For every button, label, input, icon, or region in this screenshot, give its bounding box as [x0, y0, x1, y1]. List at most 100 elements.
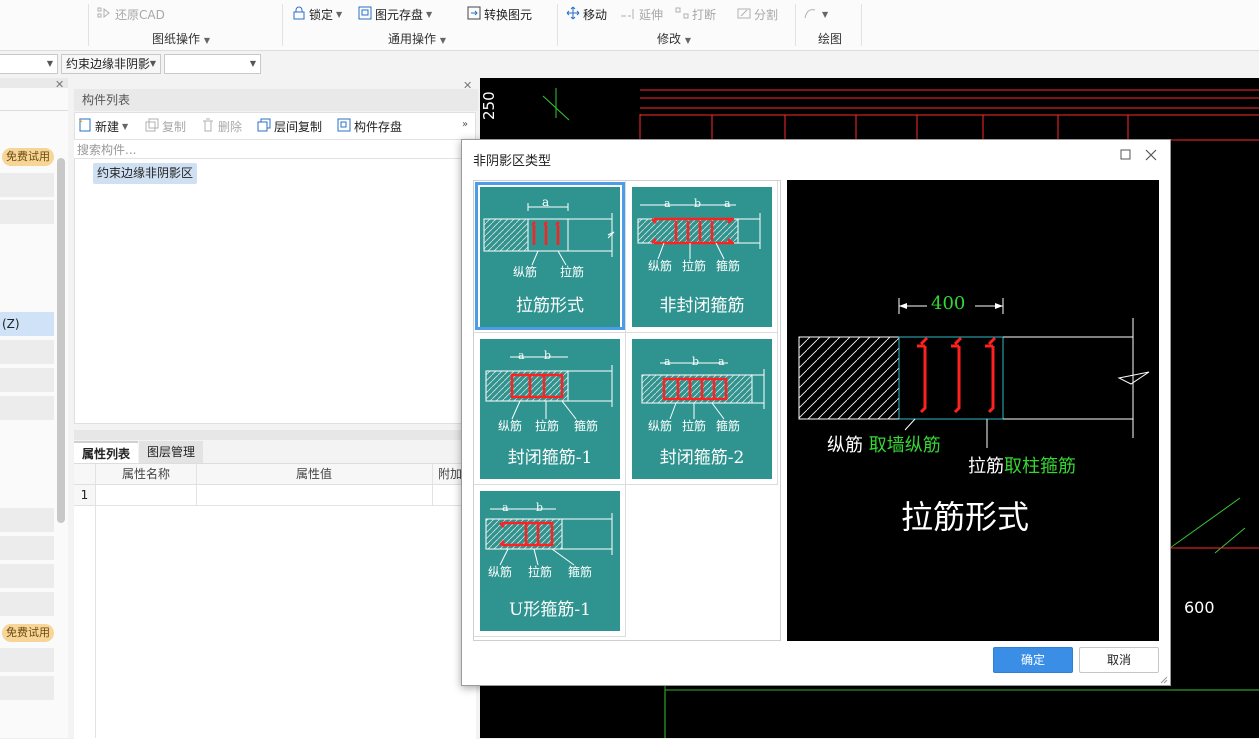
rebar-label: 箍筋	[716, 259, 741, 273]
list-item[interactable]	[0, 340, 54, 364]
group-drawing-ops-label: 图纸操作	[152, 32, 201, 46]
component-type-value: 约束边缘非阴影	[66, 57, 151, 71]
list-item[interactable]	[0, 648, 54, 672]
rebar-label: 纵筋	[648, 259, 673, 273]
split-button[interactable]: 分割	[737, 6, 778, 22]
break-button[interactable]: 打断	[675, 6, 716, 22]
dim-label: a	[718, 355, 725, 368]
move-button[interactable]: 移动	[566, 6, 607, 22]
column-divider	[196, 464, 197, 506]
delete-button[interactable]: 删除	[201, 118, 242, 134]
maximize-icon[interactable]	[1119, 148, 1133, 162]
list-item[interactable]	[0, 676, 54, 700]
type-name: 封闭箍筋-1	[507, 448, 593, 468]
convert-element-button[interactable]: 转换图元	[467, 6, 532, 22]
close-icon[interactable]	[1144, 148, 1158, 162]
split-label: 分割	[754, 7, 779, 22]
component-item[interactable]: 约束边缘非阴影区	[93, 163, 198, 184]
draw-arc-button[interactable]: ▼	[803, 6, 828, 22]
type-name: 封闭箍筋-2	[659, 448, 745, 468]
restore-cad-button[interactable]: 还原CAD	[96, 6, 165, 22]
group-draw[interactable]: 绘图	[818, 30, 842, 47]
convert-element-icon	[467, 6, 481, 23]
type-tile-open-stirrup[interactable]: a b a 纵筋 拉筋 箍筋 非封闭箍筋	[632, 187, 772, 327]
element-save-button[interactable]: 图元存盘 ▼	[358, 6, 432, 22]
column-divider	[432, 464, 433, 506]
type-tile-tie-bar[interactable]: a 纵筋 拉筋 拉筋形式	[480, 187, 620, 327]
group-modify-label: 修改	[657, 32, 682, 46]
rebar-label: 拉筋	[560, 265, 585, 279]
type-name: 非封闭箍筋	[659, 296, 745, 316]
floor-copy-button[interactable]: 层间复制	[257, 118, 322, 134]
type-tile-u-stirrup-1[interactable]: a b 纵筋 拉筋 箍筋 U形箍筋-1	[480, 491, 620, 631]
list-item[interactable]	[0, 592, 54, 616]
cancel-button[interactable]: 取消	[1079, 647, 1159, 673]
component-save-button[interactable]: 构件存盘	[337, 118, 402, 134]
list-item[interactable]	[0, 508, 54, 532]
rebar-label: 拉筋	[682, 419, 707, 433]
lock-label: 锁定	[309, 7, 334, 22]
convert-element-label: 转换图元	[484, 7, 533, 22]
list-item[interactable]	[0, 396, 54, 420]
tab-layer-management[interactable]: 图层管理	[139, 441, 203, 463]
overflow-icon[interactable]: »	[462, 119, 468, 130]
close-icon[interactable]: ✕	[55, 78, 64, 91]
resize-grip-icon[interactable]	[1158, 673, 1168, 684]
delete-label: 删除	[218, 119, 243, 134]
group-drawing-ops[interactable]: 图纸操作 ▼	[152, 30, 210, 47]
new-label: 新建	[95, 119, 120, 134]
dialog-title: 非阴影区类型	[473, 154, 552, 169]
break-label: 打断	[692, 7, 717, 22]
list-item-selected[interactable]: (Z)	[0, 312, 54, 336]
row-divider	[74, 505, 476, 506]
ribbon-divider	[861, 4, 862, 46]
scrollbar[interactable]	[57, 158, 65, 523]
ribbon-divider	[557, 4, 558, 46]
component-name-combo[interactable]: ▼	[164, 54, 261, 74]
component-type-combo[interactable]: 约束边缘非阴影 ▼	[61, 54, 161, 74]
ok-button[interactable]: 确定	[993, 647, 1073, 673]
new-button[interactable]: 新建 ▼	[78, 118, 128, 134]
rebar-label: 纵筋	[488, 565, 513, 579]
new-icon	[78, 118, 92, 135]
element-save-label: 图元存盘	[375, 7, 424, 22]
preview-diagram	[798, 298, 1150, 448]
type-tile-closed-stirrup-1[interactable]: a b 纵筋 拉筋 箍筋 封闭箍筋-1	[480, 339, 620, 479]
extend-button[interactable]: 延伸	[620, 6, 663, 22]
floor-combo[interactable]: ▼	[0, 54, 58, 74]
panel-splitter[interactable]	[74, 430, 476, 440]
preview-label-source: 取柱箍筋	[1004, 456, 1076, 477]
group-modify[interactable]: 修改 ▼	[657, 30, 691, 47]
column-header-value: 属性值	[295, 467, 332, 481]
lock-button[interactable]: 锁定 ▼	[292, 6, 342, 22]
dim-label: a	[724, 197, 731, 210]
list-item[interactable]	[0, 536, 54, 560]
tab-property-list[interactable]: 属性列表	[74, 441, 138, 463]
floor-copy-label: 层间复制	[274, 119, 323, 134]
cad-dimension-right: 600	[1184, 598, 1215, 617]
dim-label: a	[502, 501, 509, 514]
list-item[interactable]	[0, 564, 54, 588]
move-icon	[566, 6, 580, 23]
ribbon: 还原CAD 图纸操作 ▼ 锁定 ▼ 图元存盘 ▼ 转换图元 通用操作 ▼ 移动 延伸	[0, 0, 1259, 51]
type-name: U形箍筋-1	[509, 600, 591, 620]
list-item[interactable]	[0, 173, 54, 197]
list-item[interactable]	[0, 368, 54, 392]
rebar-label: 箍筋	[574, 419, 599, 433]
rebar-label: 纵筋	[498, 419, 523, 433]
copy-button[interactable]: 复制	[145, 118, 186, 134]
extend-icon	[620, 6, 636, 23]
free-trial-badge[interactable]: 免费试用	[2, 148, 54, 166]
rebar-label: 拉筋	[528, 565, 553, 579]
rebar-label: 纵筋	[513, 265, 538, 279]
component-save-label: 构件存盘	[354, 119, 403, 134]
group-general-ops[interactable]: 通用操作 ▼	[388, 30, 446, 47]
dim-label: a	[542, 195, 550, 209]
arc-icon	[803, 6, 819, 23]
free-trial-badge[interactable]: 免费试用	[2, 624, 54, 642]
copy-label: 复制	[162, 119, 187, 134]
type-tile-closed-stirrup-2[interactable]: a b a 纵筋 拉筋 箍筋 封闭箍筋-2	[632, 339, 772, 479]
search-input[interactable]: 搜索构件...	[74, 139, 476, 159]
list-item[interactable]	[0, 200, 54, 224]
preview-label-source: 取墙纵筋	[868, 435, 941, 456]
